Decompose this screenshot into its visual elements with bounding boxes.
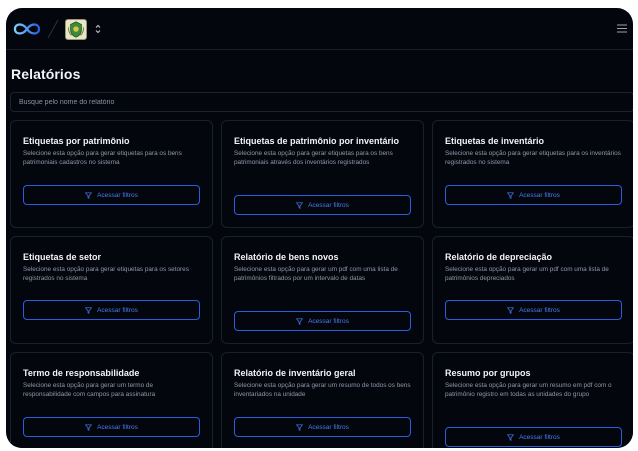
card-title: Resumo por grupos: [445, 368, 531, 378]
access-filters-button[interactable]: Acessar filtros: [23, 300, 200, 320]
card-title: Etiquetas de patrimônio por inventário: [234, 136, 400, 146]
access-filters-button[interactable]: Acessar filtros: [234, 417, 411, 437]
institution-crest-icon[interactable]: [65, 19, 87, 40]
filter-icon: [85, 306, 93, 314]
search-input[interactable]: [10, 92, 633, 112]
filter-icon: [85, 423, 93, 431]
infinity-logo-icon[interactable]: [12, 21, 42, 37]
hamburger-menu-icon[interactable]: [617, 24, 627, 33]
access-filters-button[interactable]: Acessar filtros: [445, 427, 622, 447]
page-title: Relatórios: [11, 66, 81, 82]
access-filters-button[interactable]: Acessar filtros: [23, 417, 200, 437]
card-title: Etiquetas de inventário: [445, 136, 545, 146]
app-window: Relatórios Etiquetas por patrimônio Sele…: [6, 8, 633, 448]
card-description: Selecione esta opção para gerar um termo…: [23, 382, 156, 398]
report-card: Etiquetas de setor Selecione esta opção …: [10, 236, 213, 344]
card-title: Relatório de inventário geral: [234, 368, 356, 378]
access-filters-button[interactable]: Acessar filtros: [445, 300, 622, 320]
button-label: Acessar filtros: [519, 433, 560, 441]
filter-icon: [507, 433, 515, 441]
report-card: Etiquetas por patrimônio Selecione esta …: [10, 120, 213, 228]
button-label: Acessar filtros: [97, 191, 138, 199]
card-description: Selecione esta opção para gerar etiqueta…: [23, 150, 182, 166]
report-card: Relatório de depreciação Selecione esta …: [432, 236, 633, 344]
card-title: Etiquetas de setor: [23, 252, 102, 262]
access-filters-button[interactable]: Acessar filtros: [23, 185, 200, 205]
report-card: Termo de responsabilidade Selecione esta…: [10, 352, 213, 448]
button-label: Acessar filtros: [308, 201, 349, 209]
button-label: Acessar filtros: [308, 423, 349, 431]
button-label: Acessar filtros: [97, 306, 138, 314]
card-description: Selecione esta opção para gerar um resum…: [234, 382, 411, 398]
filter-icon: [507, 191, 515, 199]
card-title: Termo de responsabilidade: [23, 368, 140, 378]
button-label: Acessar filtros: [519, 306, 560, 314]
divider-slash-icon: [47, 19, 59, 39]
filter-icon: [507, 306, 515, 314]
chevron-up-down-icon[interactable]: [94, 23, 102, 35]
filter-icon: [296, 423, 304, 431]
card-title: Etiquetas por patrimônio: [23, 136, 130, 146]
access-filters-button[interactable]: Acessar filtros: [234, 311, 411, 331]
report-card: Etiquetas de patrimônio por inventário S…: [221, 120, 424, 228]
card-description: Selecione esta opção para gerar um pdf c…: [445, 266, 609, 282]
button-label: Acessar filtros: [308, 317, 349, 325]
filter-icon: [296, 317, 304, 325]
button-label: Acessar filtros: [97, 423, 138, 431]
card-description: Selecione esta opção para gerar um resum…: [445, 382, 612, 398]
report-card: Relatório de inventário geral Selecione …: [221, 352, 424, 448]
report-card: Relatório de bens novos Selecione esta o…: [221, 236, 424, 344]
button-label: Acessar filtros: [519, 191, 560, 199]
report-card: Etiquetas de inventário Selecione esta o…: [432, 120, 633, 228]
card-title: Relatório de depreciação: [445, 252, 553, 262]
card-title: Relatório de bens novos: [234, 252, 339, 262]
filter-icon: [85, 191, 93, 199]
access-filters-button[interactable]: Acessar filtros: [234, 195, 411, 215]
card-description: Selecione esta opção para gerar etiqueta…: [445, 150, 621, 166]
filter-icon: [296, 201, 304, 209]
access-filters-button[interactable]: Acessar filtros: [445, 185, 622, 205]
card-description: Selecione esta opção para gerar etiqueta…: [23, 266, 189, 282]
card-description: Selecione esta opção para gerar um pdf c…: [234, 266, 398, 282]
top-navbar: [6, 8, 633, 50]
report-card: Resumo por grupos Selecione esta opção p…: [432, 352, 633, 448]
card-description: Selecione esta opção para gerar etiqueta…: [234, 150, 393, 166]
